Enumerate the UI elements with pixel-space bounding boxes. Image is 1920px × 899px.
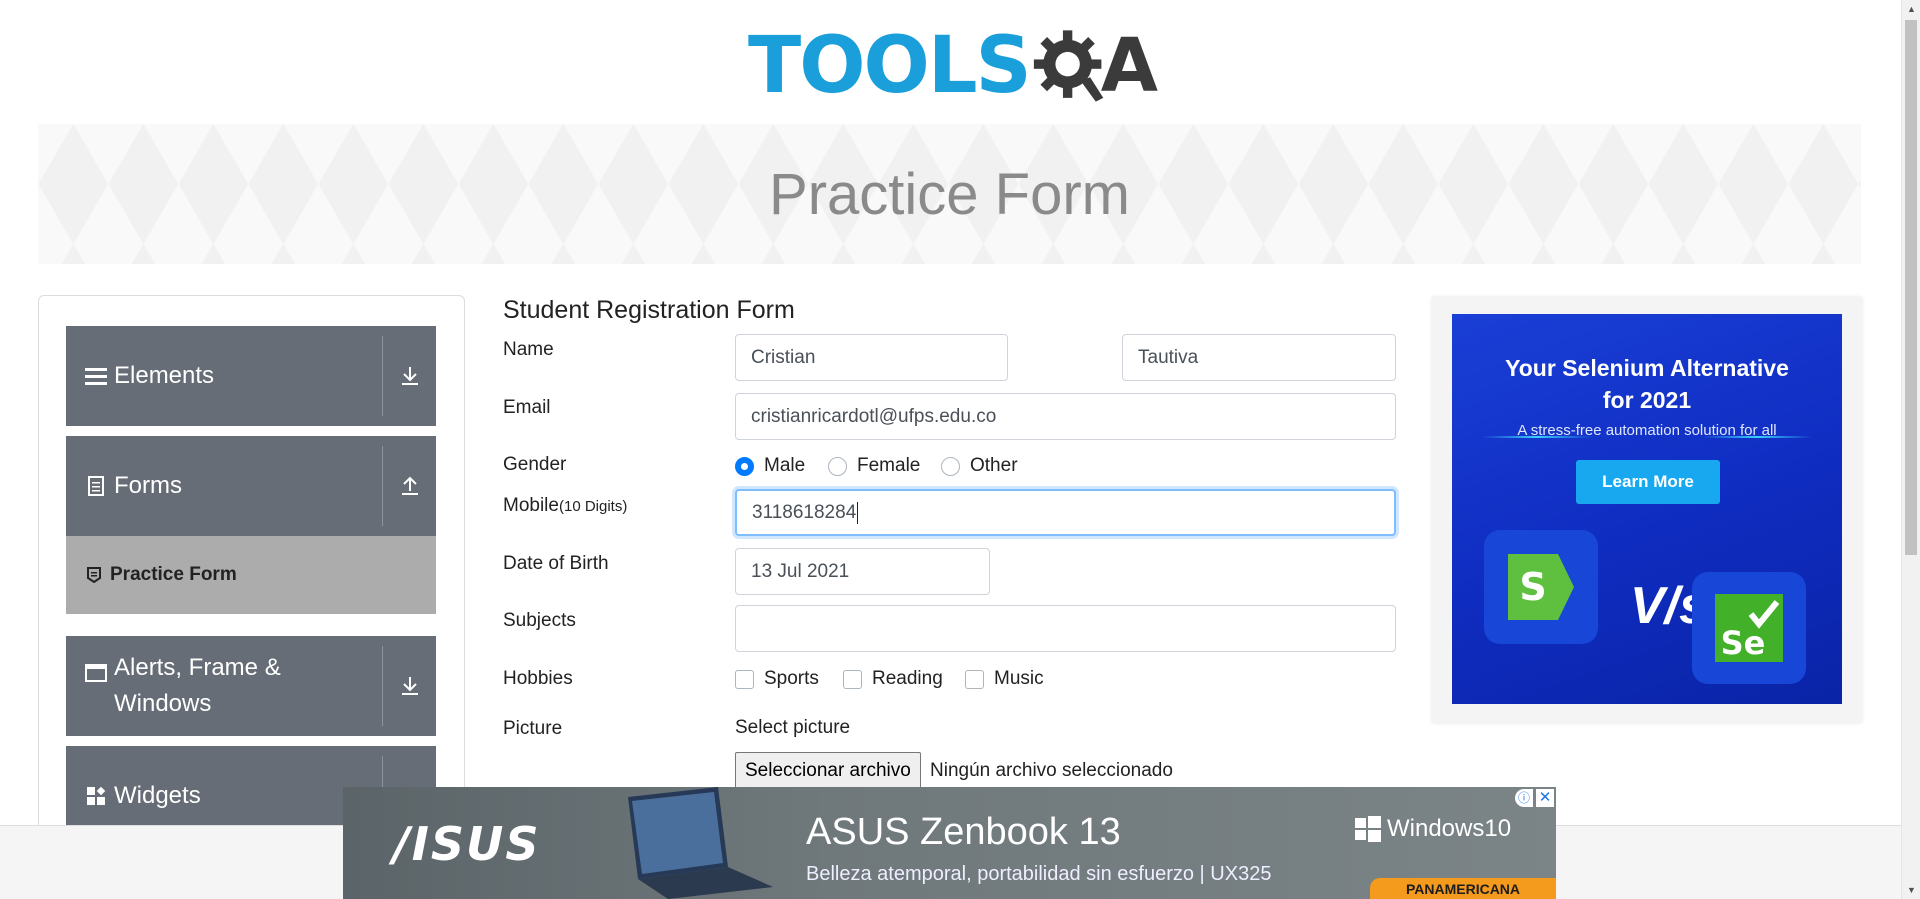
mobile-hint: (10 Digits) <box>558 498 628 515</box>
mobile-label-text: Mobile <box>503 495 559 516</box>
learn-more-button[interactable]: Learn More <box>1576 460 1720 504</box>
hobby-checkbox-sports[interactable]: Sports <box>735 668 819 690</box>
asus-logo: /ISUS <box>393 817 541 871</box>
windows-label: Windows10 <box>1387 815 1512 842</box>
first-name-input[interactable]: Cristian <box>735 334 1008 381</box>
name-label: Name <box>503 339 554 360</box>
last-name-input[interactable]: Tautiva <box>1122 334 1396 381</box>
sidebar-item-label: Practice Form <box>110 564 237 585</box>
ad-title-line: Your Selenium Alternative <box>1505 355 1789 381</box>
radio-button[interactable] <box>735 456 754 476</box>
svg-text:S: S <box>1519 565 1546 609</box>
page-title: Practice Form <box>769 161 1130 227</box>
windows-badge: Windows10 <box>1355 815 1511 843</box>
email-label: Email <box>503 397 551 418</box>
asus-zenbook-ad[interactable]: /ISUS ASUS Zenbook 13 Belleza atemporal,… <box>343 787 1556 899</box>
close-icon[interactable]: ✕ <box>1536 789 1554 807</box>
upload-arrow-icon[interactable] <box>383 436 436 536</box>
gender-radio-female[interactable]: Female <box>828 455 920 477</box>
subjects-input[interactable] <box>735 605 1396 652</box>
sidebar-group-elements[interactable]: Elements <box>66 326 436 426</box>
email-value: cristianricardotl@ufps.edu.co <box>751 405 997 427</box>
gender-radio-other[interactable]: Other <box>941 455 1018 477</box>
hobby-checkbox-reading[interactable]: Reading <box>843 668 943 690</box>
dob-label: Date of Birth <box>503 553 609 574</box>
laptop-icon <box>628 787 773 899</box>
ad-title: ASUS Zenbook 13 <box>806 811 1121 853</box>
checkbox[interactable] <box>735 669 754 689</box>
window-icon <box>84 664 108 682</box>
sidebar-group-label: Elements <box>114 362 215 389</box>
selenium-logo-icon: Se <box>1692 572 1806 684</box>
logo-letter: A <box>1100 23 1158 109</box>
hobbies-label: Hobbies <box>503 668 573 689</box>
ad-subtitle: Belleza atemporal, portabilidad sin esfu… <box>806 863 1272 885</box>
ad-info-icon[interactable]: ⓘ <box>1515 789 1533 807</box>
mobile-input[interactable]: 3118618284 <box>735 489 1396 536</box>
gender-option-label: Female <box>857 455 921 476</box>
gear-icon <box>1033 30 1103 102</box>
logo-text: TOOLS <box>748 21 1032 111</box>
hobby-checkbox-music[interactable]: Music <box>965 668 1044 690</box>
hobby-label: Sports <box>764 668 819 689</box>
page-banner: Practice Form <box>38 124 1861 264</box>
radio-button[interactable] <box>828 456 847 476</box>
email-input[interactable]: cristianricardotl@ufps.edu.co <box>735 393 1396 440</box>
page-scrollbar[interactable]: ▲ ▼ <box>1901 0 1920 899</box>
sidebar-item-practice-form[interactable]: Practice Form <box>66 536 436 614</box>
retailer-badge: PANAMERICANA <box>1370 878 1556 899</box>
download-arrow-icon[interactable] <box>383 326 436 426</box>
scrollbar-thumb[interactable] <box>1905 20 1917 555</box>
katalon-logo-icon: S <box>1484 530 1598 644</box>
selenium-logo-text: Se <box>1721 624 1766 662</box>
checkbox[interactable] <box>843 669 862 689</box>
document-icon <box>84 476 108 496</box>
sidebar-group-label: Forms <box>114 472 182 499</box>
gender-option-label: Other <box>970 455 1018 476</box>
ad-title: Your Selenium Alternative for 2021 <box>1452 352 1842 416</box>
select-picture-label: Select picture <box>735 717 851 738</box>
hobby-label: Music <box>994 668 1044 689</box>
choose-file-button[interactable]: Seleccionar archivo <box>735 752 921 790</box>
mobile-label: Mobile(10 Digits) <box>503 495 627 517</box>
gender-radio-male[interactable]: Male <box>735 455 805 477</box>
first-name-value: Cristian <box>751 346 816 368</box>
ad-subtitle: A stress-free automation solution for al… <box>1517 422 1777 439</box>
scroll-up-icon[interactable]: ▲ <box>1902 0 1920 18</box>
gender-option-label: Male <box>764 455 806 476</box>
gender-label: Gender <box>503 454 567 475</box>
mobile-value: 3118618284 <box>752 501 857 523</box>
date-of-birth-input[interactable]: 13 Jul 2021 <box>735 548 990 595</box>
hamburger-icon <box>84 366 108 386</box>
sidebar-group-label: Widgets <box>114 782 201 809</box>
sidebar-group-forms[interactable]: Forms <box>66 436 436 536</box>
checkbox[interactable] <box>965 669 984 689</box>
form-title: Student Registration Form <box>503 296 795 324</box>
scroll-down-icon[interactable]: ▼ <box>1902 881 1920 899</box>
form-icon <box>84 567 104 583</box>
radio-button[interactable] <box>941 456 960 476</box>
picture-label: Picture <box>503 718 563 739</box>
widgets-icon <box>84 786 108 806</box>
sidebar-group-alerts[interactable]: Alerts, Frame & Windows <box>66 636 436 736</box>
ad-title-line: for 2021 <box>1602 387 1692 413</box>
file-status: Ningún archivo seleccionado <box>930 760 1173 781</box>
sidebar-group-label: Alerts, Frame & Windows <box>114 654 281 717</box>
hobby-label: Reading <box>872 668 943 689</box>
text-caret <box>857 501 859 524</box>
selenium-alternative-ad[interactable]: Your Selenium Alternative for 2021 A str… <box>1452 314 1842 704</box>
dob-value: 13 Jul 2021 <box>751 560 850 582</box>
subjects-label: Subjects <box>503 610 576 631</box>
last-name-value: Tautiva <box>1138 346 1199 368</box>
download-arrow-icon[interactable] <box>383 636 436 736</box>
toolsqa-logo[interactable]: TOOLS A <box>748 18 1158 114</box>
windows-logo-icon <box>1355 816 1381 842</box>
